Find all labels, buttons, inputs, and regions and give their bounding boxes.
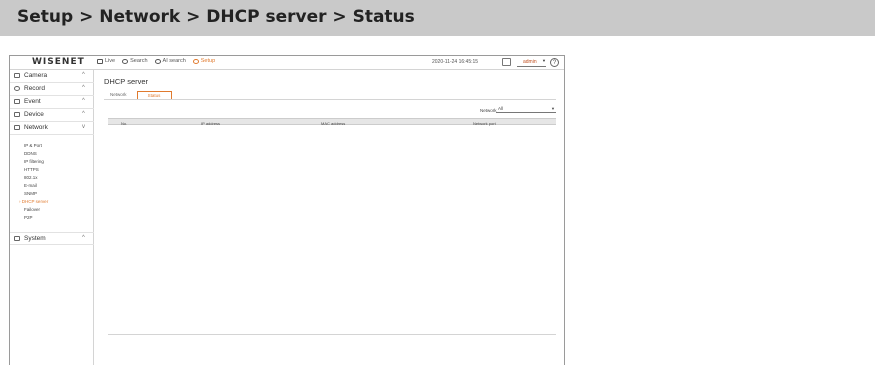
caret-down-icon: ▼ bbox=[542, 58, 546, 63]
help-icon[interactable]: ? bbox=[550, 58, 559, 67]
camera-icon bbox=[14, 73, 20, 78]
chevron-up-icon: ^ bbox=[82, 72, 85, 78]
tab-bar: Network Status bbox=[104, 91, 176, 99]
active-marker-icon: › bbox=[19, 199, 21, 204]
column-header-network-port: Network port bbox=[473, 120, 496, 126]
column-header-no: No. bbox=[121, 120, 128, 126]
network-filter-select[interactable]: All ▼ bbox=[496, 106, 556, 113]
sidebar-subitem-email[interactable]: E-mail bbox=[24, 183, 37, 188]
event-icon bbox=[14, 99, 20, 104]
network-icon bbox=[14, 125, 20, 130]
top-nav: Live Search AI search Setup bbox=[97, 58, 215, 64]
top-bar: WISENET Live Search AI search Setup 2020… bbox=[10, 56, 564, 70]
sidebar-item-device[interactable]: Device ^ bbox=[10, 109, 94, 122]
column-header-ip-address: IP address bbox=[201, 120, 221, 126]
tab-divider bbox=[104, 99, 556, 100]
column-header-mac-address: MAC address bbox=[321, 120, 346, 126]
chevron-up-icon: ^ bbox=[82, 235, 85, 241]
chevron-up-icon: ^ bbox=[82, 98, 85, 104]
datetime: 2020-11-24 16:45:15 bbox=[432, 59, 479, 65]
sidebar-subitem-ddns[interactable]: DDNS bbox=[24, 151, 37, 156]
sidebar-item-record[interactable]: Record ^ bbox=[10, 83, 94, 96]
main-content: DHCP server Network Status Network All ▼… bbox=[95, 71, 564, 365]
sidebar-subitem-dhcp-server[interactable]: › DHCP server bbox=[19, 199, 48, 204]
system-icon bbox=[14, 236, 20, 241]
monitor-icon bbox=[97, 58, 103, 64]
chevron-up-icon: ^ bbox=[82, 111, 85, 117]
caret-down-icon: ▼ bbox=[551, 106, 555, 111]
record-icon bbox=[14, 86, 20, 91]
user-icon[interactable] bbox=[502, 58, 511, 66]
section-heading-bar: Setup > Network > DHCP server > Status bbox=[0, 0, 875, 36]
chevron-down-icon: v bbox=[82, 124, 85, 130]
sidebar-subitem-ip-filtering[interactable]: IP filtering bbox=[24, 159, 44, 164]
device-icon bbox=[14, 112, 20, 117]
sidebar-item-system[interactable]: System ^ bbox=[10, 232, 94, 245]
sidebar-subitem-snmp[interactable]: SNMP bbox=[24, 191, 37, 196]
nav-setup[interactable]: Setup bbox=[192, 58, 215, 64]
nav-ai-search[interactable]: AI search bbox=[154, 58, 186, 64]
table-bottom-divider bbox=[108, 334, 556, 335]
user-dropdown[interactable]: admin ▼ bbox=[517, 58, 546, 67]
section-heading: Setup > Network > DHCP server > Status bbox=[17, 7, 415, 27]
nav-search[interactable]: Search bbox=[122, 58, 148, 64]
nav-live[interactable]: Live bbox=[97, 58, 115, 64]
sidebar-subitem-failover[interactable]: Failover bbox=[24, 207, 40, 212]
tab-network[interactable]: Network bbox=[104, 91, 133, 99]
sidebar: Camera ^ Record ^ Event ^ Device ^ Netwo… bbox=[10, 70, 94, 365]
sidebar-subitem-https[interactable]: HTTPS bbox=[24, 167, 39, 172]
sidebar-item-camera[interactable]: Camera ^ bbox=[10, 70, 94, 83]
app-window: WISENET Live Search AI search Setup 2020… bbox=[9, 55, 565, 365]
sidebar-item-network[interactable]: Network v bbox=[10, 122, 94, 135]
page-title: DHCP server bbox=[104, 77, 149, 86]
logo: WISENET bbox=[32, 57, 85, 67]
sidebar-subitem-8021x[interactable]: 802.1x bbox=[24, 175, 38, 180]
tab-status[interactable]: Status bbox=[136, 91, 172, 99]
search-icon bbox=[122, 58, 129, 64]
sidebar-item-event[interactable]: Event ^ bbox=[10, 96, 94, 109]
sidebar-subitem-ip-port[interactable]: IP & Port bbox=[24, 143, 42, 148]
sidebar-subitem-p2p[interactable]: P2P bbox=[24, 215, 33, 220]
network-filter-label: Network bbox=[480, 108, 497, 113]
chevron-up-icon: ^ bbox=[82, 85, 85, 91]
table-header: No. IP address MAC address Network port bbox=[108, 118, 556, 126]
gear-icon bbox=[192, 58, 199, 64]
ai-search-icon bbox=[154, 58, 161, 64]
